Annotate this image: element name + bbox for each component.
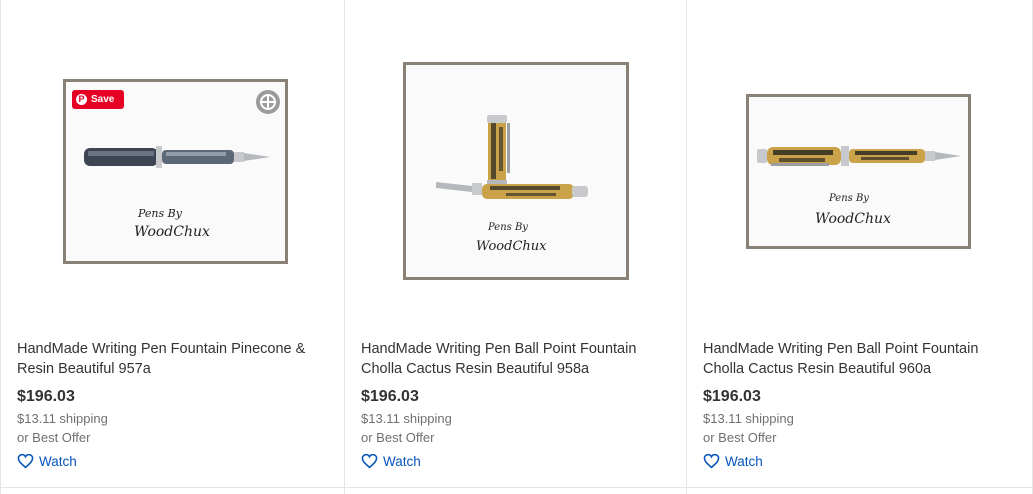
listing-card[interactable]: Pens By WoodChux HandMade Writing Pen Ba… (687, 0, 1033, 488)
next-row-card-edge (345, 488, 687, 494)
listing-best-offer: or Best Offer (703, 430, 777, 445)
pen-photo: Pens By WoodChux (406, 65, 626, 277)
listing-title[interactable]: HandMade Writing Pen Ball Point Fountain… (361, 340, 676, 379)
watch-label: Watch (383, 453, 421, 469)
pinterest-save-button[interactable]: P Save (72, 90, 124, 109)
listing-price: $196.03 (703, 388, 761, 405)
svg-text:Pens By: Pens By (828, 193, 869, 204)
svg-text:Pens By: Pens By (137, 207, 183, 220)
listing-card[interactable]: Pens By WoodChux P Save HandMade Writing… (0, 0, 345, 488)
watch-label: Watch (39, 453, 77, 469)
svg-text:WoodChux: WoodChux (134, 224, 210, 240)
watch-button[interactable]: Watch (703, 453, 763, 469)
listing-price: $196.03 (361, 388, 419, 405)
next-row-card-edge (687, 488, 1033, 494)
listing-title[interactable]: HandMade Writing Pen Ball Point Fountain… (703, 340, 1022, 379)
listing-card[interactable]: Pens By WoodChux HandMade Writing Pen Ba… (345, 0, 687, 488)
watch-button[interactable]: Watch (361, 453, 421, 469)
svg-text:Pens By: Pens By (487, 222, 528, 233)
pen-photo: Pens By WoodChux (749, 97, 968, 246)
listing-shipping: $13.11 shipping (703, 411, 794, 426)
svg-text:WoodChux: WoodChux (815, 211, 891, 227)
watch-button[interactable]: Watch (17, 453, 77, 469)
heart-outline-icon (361, 453, 378, 469)
listing-shipping: $13.11 shipping (17, 411, 108, 426)
listing-shipping: $13.11 shipping (361, 411, 452, 426)
listing-best-offer: or Best Offer (17, 430, 91, 445)
next-row-card-edge (0, 488, 345, 494)
listing-image[interactable]: Pens By WoodChux (746, 94, 971, 249)
listing-image-area[interactable]: Pens By WoodChux (687, 0, 1032, 325)
pinterest-icon: P (76, 94, 87, 105)
svg-text:WoodChux: WoodChux (476, 239, 547, 254)
listing-price: $196.03 (17, 388, 75, 405)
zoom-in-icon[interactable] (256, 90, 280, 114)
pinterest-save-label: Save (91, 94, 115, 105)
listing-title[interactable]: HandMade Writing Pen Fountain Pinecone &… (17, 340, 334, 379)
heart-outline-icon (17, 453, 34, 469)
listing-info: HandMade Writing Pen Fountain Pinecone &… (17, 340, 334, 469)
listing-image-area[interactable]: Pens By WoodChux (345, 0, 686, 325)
listing-image[interactable]: Pens By WoodChux (403, 62, 629, 280)
listing-info: HandMade Writing Pen Ball Point Fountain… (361, 340, 676, 469)
heart-outline-icon (703, 453, 720, 469)
listing-image-area[interactable]: Pens By WoodChux P Save (1, 0, 344, 325)
watch-label: Watch (725, 453, 763, 469)
listing-best-offer: or Best Offer (361, 430, 435, 445)
listing-info: HandMade Writing Pen Ball Point Fountain… (703, 340, 1022, 469)
listing-grid: Pens By WoodChux P Save HandMade Writing… (0, 0, 1033, 494)
